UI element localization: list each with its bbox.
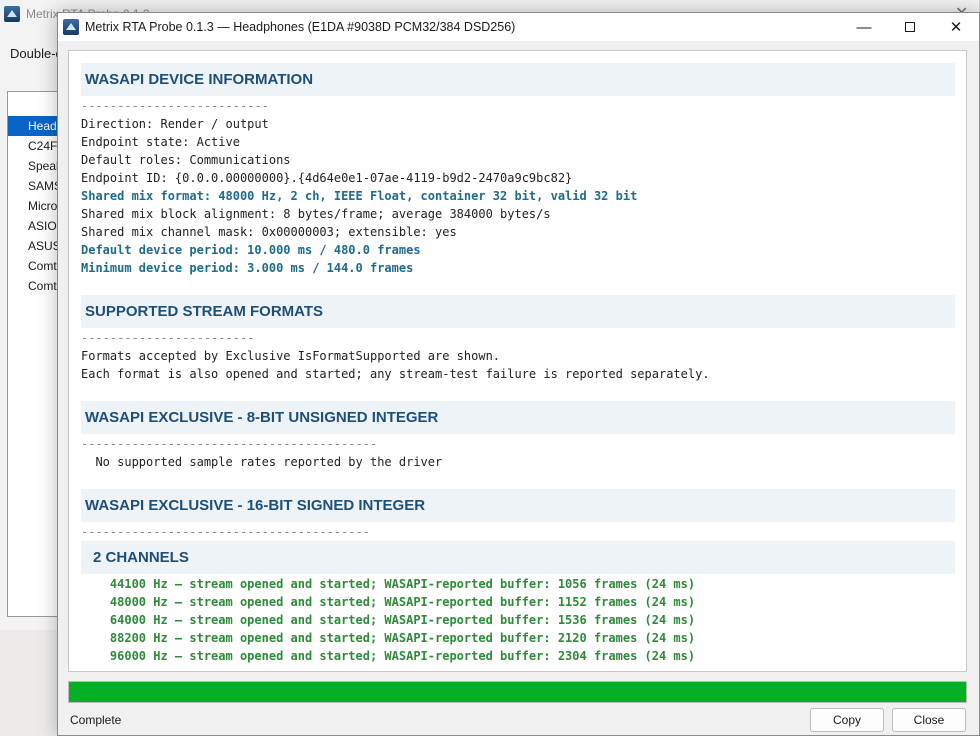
section-rule: ----------------------------------------… — [81, 437, 378, 451]
app-icon — [63, 19, 79, 35]
section-heading-16bit: WASAPI EXCLUSIVE - 16-BIT SIGNED INTEGER — [81, 489, 955, 522]
section-rule: ------------------------ — [81, 331, 255, 345]
maximize-button[interactable] — [887, 13, 933, 41]
progress-fill — [69, 682, 966, 702]
report-line: Default roles: Communications — [81, 153, 291, 167]
close-icon: ✕ — [949, 19, 963, 36]
report-line: Shared mix channel mask: 0x00000003; ext… — [81, 225, 457, 239]
section-heading-device-info: WASAPI DEVICE INFORMATION — [81, 63, 955, 96]
report-line: Endpoint ID: {0.0.0.00000000}.{4d64e0e1-… — [81, 171, 573, 185]
section-rule: ---------------------------------------- — [81, 525, 370, 539]
dialog-title: Metrix RTA Probe 0.1.3 — Headphones (E1D… — [85, 20, 516, 34]
status-text: Complete — [70, 713, 122, 727]
report-line: Shared mix block alignment: 8 bytes/fram… — [81, 207, 551, 221]
dialog-titlebar: Metrix RTA Probe 0.1.3 — Headphones (E1D… — [58, 13, 979, 41]
minimize-button[interactable]: — — [841, 13, 887, 41]
app-icon — [4, 6, 20, 22]
section-heading-8bit: WASAPI EXCLUSIVE - 8-BIT UNSIGNED INTEGE… — [81, 401, 955, 434]
progress-bar — [68, 681, 967, 703]
stream-result-line: 88200 Hz — stream opened and started; WA… — [81, 631, 696, 645]
copy-button[interactable]: Copy — [810, 708, 884, 732]
report-line: Formats accepted by Exclusive IsFormatSu… — [81, 349, 501, 363]
subsection-heading-2-channels: 2 CHANNELS — [81, 541, 955, 574]
maximize-icon — [905, 22, 915, 32]
window-controls: — ✕ — [841, 13, 979, 41]
stream-result-line: 44100 Hz — stream opened and started; WA… — [81, 577, 696, 591]
report-line-highlight: Default device period: 10.000 ms / 480.0… — [81, 243, 421, 257]
background-hint: Double-c — [10, 46, 63, 61]
report-line: Each format is also opened and started; … — [81, 367, 710, 381]
section-rule: -------------------------- — [81, 99, 269, 113]
report-line-highlight: Shared mix format: 48000 Hz, 2 ch, IEEE … — [81, 189, 638, 203]
close-window-button[interactable]: ✕ — [933, 13, 979, 41]
report-line: Endpoint state: Active — [81, 135, 240, 149]
probe-dialog: Metrix RTA Probe 0.1.3 — Headphones (E1D… — [57, 12, 980, 736]
minimize-icon: — — [856, 18, 872, 36]
stream-result-line: 48000 Hz — stream opened and started; WA… — [81, 595, 696, 609]
report-text-area[interactable]: WASAPI DEVICE INFORMATION --------------… — [68, 50, 967, 672]
report-line: No supported sample rates reported by th… — [81, 455, 443, 469]
report-line-highlight: Minimum device period: 3.000 ms / 144.0 … — [81, 261, 414, 275]
close-button[interactable]: Close — [892, 708, 966, 732]
section-heading-stream-formats: SUPPORTED STREAM FORMATS — [81, 295, 955, 328]
stream-result-line: 96000 Hz — stream opened and started; WA… — [81, 649, 696, 663]
report-line: Direction: Render / output — [81, 117, 269, 131]
stream-result-line: 64000 Hz — stream opened and started; WA… — [81, 613, 696, 627]
